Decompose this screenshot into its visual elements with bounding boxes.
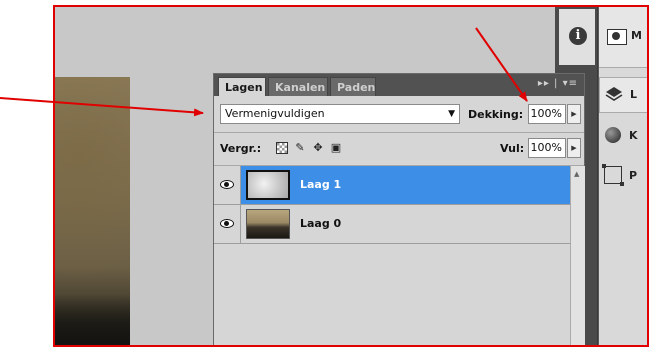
visibility-toggle[interactable]	[214, 166, 241, 204]
layers-panel: Lagen Kanalen Paden ▸▸ | ▾≡ Vermenigvuld…	[213, 73, 585, 345]
lock-all-icon[interactable]: ▣	[330, 142, 342, 154]
opacity-input[interactable]: 100%	[528, 104, 566, 124]
collapsed-panel-strip: M L K P	[599, 7, 647, 345]
chevron-down-icon: ▼	[448, 109, 455, 119]
image-treeline	[55, 294, 130, 345]
info-button[interactable]: i	[559, 9, 595, 65]
scroll-up-icon[interactable]: ▲	[574, 170, 579, 178]
screenshot-frame: i M L K P Lagen Kanalen Paden ▸▸ | ▾≡ Ve…	[53, 5, 649, 347]
layer-name[interactable]: Laag 1	[300, 178, 341, 191]
fill-input[interactable]: 100%	[528, 138, 566, 158]
lock-brush-icon[interactable]: ✎	[294, 142, 306, 154]
opacity-label: Dekking:	[468, 108, 524, 121]
blend-opacity-row: Vermenigvuldigen ▼ Dekking: 100% ▶	[214, 98, 584, 133]
channels-icon	[605, 127, 621, 143]
fill-slider-button[interactable]: ▶	[567, 138, 581, 158]
paths-icon	[602, 164, 624, 186]
masks-dock-label: M	[631, 29, 642, 42]
tab-kanalen[interactable]: Kanalen	[268, 77, 328, 96]
tab-paden[interactable]: Paden	[330, 77, 376, 96]
lock-move-icon[interactable]: ✥	[312, 142, 324, 154]
mask-icon	[607, 29, 627, 45]
channels-dock-label: K	[629, 129, 638, 142]
visibility-toggle[interactable]	[214, 205, 241, 243]
panel-menu-button[interactable]: ▸▸ | ▾≡	[538, 78, 578, 89]
tab-lagen[interactable]: Lagen	[218, 77, 266, 96]
masks-dock-item[interactable]: M	[599, 7, 647, 68]
opacity-slider-button[interactable]: ▶	[567, 104, 581, 124]
layers-dock-item[interactable]: L	[599, 77, 647, 113]
layer-thumbnail	[246, 170, 290, 200]
eye-icon	[220, 180, 234, 189]
layer-list: Laag 1 Laag 0	[214, 166, 570, 345]
layer-row-laag-0[interactable]: Laag 0	[214, 205, 570, 244]
lock-label: Vergr.:	[220, 142, 262, 155]
document-image	[55, 77, 130, 345]
layer-thumbnail	[246, 209, 290, 239]
layers-dock-label: L	[630, 88, 638, 101]
lock-transparent-icon[interactable]	[276, 142, 288, 154]
layer-list-scrollbar[interactable]: ▲	[570, 166, 585, 345]
blend-mode-value: Vermenigvuldigen	[225, 107, 325, 120]
eye-icon	[220, 219, 234, 228]
blend-mode-select[interactable]: Vermenigvuldigen ▼	[220, 104, 460, 124]
layers-icon	[605, 87, 623, 101]
panel-header: Lagen Kanalen Paden ▸▸ | ▾≡	[214, 74, 584, 96]
info-icon: i	[569, 27, 587, 45]
paths-dock-label: P	[629, 169, 638, 182]
fill-label: Vul:	[500, 142, 525, 155]
paths-dock-item[interactable]: P	[599, 159, 647, 193]
layer-name[interactable]: Laag 0	[300, 217, 341, 230]
layer-row-laag-1[interactable]: Laag 1	[214, 166, 570, 205]
channels-dock-item[interactable]: K	[599, 119, 647, 153]
lock-fill-row: Vergr.: ✎ ✥ ▣ Vul: 100% ▶	[214, 133, 584, 166]
